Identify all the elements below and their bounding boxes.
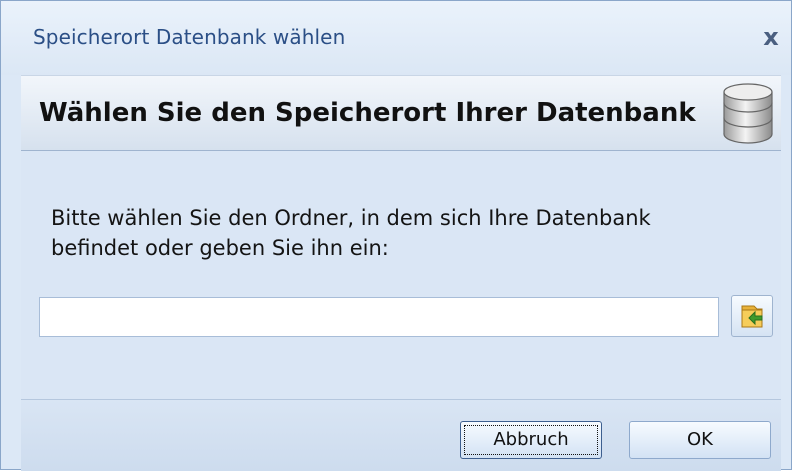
window-title: Speicherort Datenbank wählen bbox=[33, 25, 346, 49]
content-area: Bitte wählen Sie den Ordner, in dem sich… bbox=[21, 151, 781, 401]
dialog-window: Speicherort Datenbank wählen x Wählen Si… bbox=[0, 0, 792, 471]
cancel-button[interactable]: Abbruch bbox=[460, 421, 602, 459]
ok-button[interactable]: OK bbox=[629, 421, 771, 459]
page-title: Wählen Sie den Speicherort Ihrer Datenba… bbox=[39, 98, 696, 128]
folder-arrow-icon bbox=[741, 305, 763, 328]
folder-path-input[interactable] bbox=[39, 297, 719, 337]
close-button[interactable]: x bbox=[757, 23, 785, 51]
header-band: Wählen Sie den Speicherort Ihrer Datenba… bbox=[21, 75, 781, 151]
title-bar: Speicherort Datenbank wählen x bbox=[1, 1, 791, 75]
instruction-text: Bitte wählen Sie den Ordner, in dem sich… bbox=[51, 206, 651, 260]
database-icon bbox=[723, 83, 773, 144]
ok-label: OK bbox=[687, 429, 713, 450]
focus-ring bbox=[464, 425, 598, 455]
browse-folder-button[interactable] bbox=[731, 295, 773, 337]
